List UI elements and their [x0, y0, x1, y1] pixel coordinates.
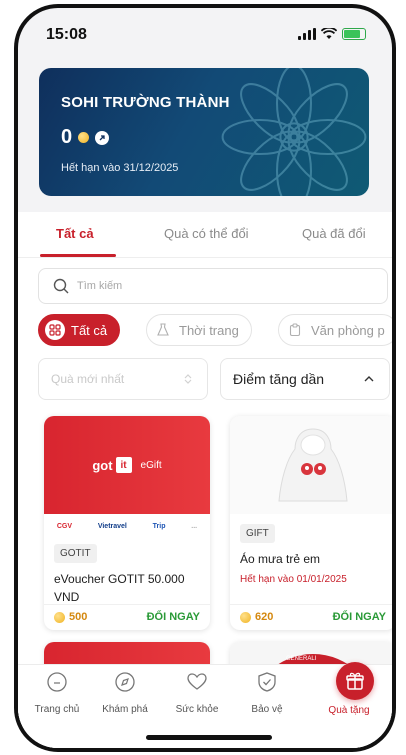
signal-icon — [298, 28, 316, 40]
chip-fashion-label: Thời trang — [179, 322, 239, 338]
gotit-banner: got it eGift — [44, 416, 210, 514]
product-price: 500 — [54, 611, 87, 623]
product-badge: GOTIT — [54, 544, 97, 563]
member-expire: Hết hạn vào 31/12/2025 — [61, 162, 179, 174]
egift-label: eGift — [140, 459, 162, 471]
member-tier: SOHI TRƯỜNG THÀNH — [61, 94, 230, 111]
product-badge: GIFT — [240, 524, 275, 543]
heart-icon — [187, 673, 207, 690]
product-card[interactable]: got it eGift CGV Vietravel Trip ... GOTI… — [44, 416, 210, 630]
partner-more: ... — [191, 522, 198, 530]
product-price-value: 620 — [255, 611, 274, 623]
search-input[interactable] — [77, 280, 357, 292]
coin-icon — [240, 611, 251, 623]
tab-redeemable[interactable]: Quà có thể đổi — [164, 226, 249, 241]
chip-office[interactable]: Văn phòng p — [278, 314, 392, 346]
product-expire: Hết hạn vào 01/01/2025 — [240, 574, 347, 585]
nav-protect-label: Bảo vệ — [251, 704, 283, 715]
product-price-value: 500 — [69, 611, 88, 623]
product-price: 620 — [240, 611, 273, 623]
sort-points-label: Điểm tăng dần — [233, 371, 325, 387]
sort-newest-label: Quà mới nhất — [51, 372, 125, 386]
battery-icon — [342, 28, 366, 40]
product-footer: 500 ĐỔI NGAY — [44, 604, 210, 630]
redeem-button[interactable]: ĐỔI NGAY — [333, 611, 386, 623]
coin-icon — [54, 611, 65, 623]
nav-health[interactable]: Sức khỏe — [162, 671, 232, 715]
search-icon — [53, 278, 69, 294]
product-name: eVoucher GOTIT 50.000 VND — [54, 572, 185, 604]
partner-cgv: CGV — [56, 522, 73, 530]
screen: 15:08 SOHI TRƯỜNG THÀNH 0 Hết hạn vào 31… — [18, 8, 392, 748]
nav-explore-label: Khám phá — [102, 704, 148, 715]
gotit-brand: got — [92, 457, 113, 473]
raincoat-icon — [278, 428, 348, 502]
chip-all-label: Tất cả — [71, 322, 108, 338]
chip-all[interactable]: Tất cả — [38, 314, 121, 346]
shield-check-icon — [258, 672, 276, 692]
membership-card[interactable]: SOHI TRƯỜNG THÀNH 0 Hết hạn vào 31/12/20… — [39, 68, 369, 196]
nav-home-label: Trang chủ — [34, 704, 80, 715]
chip-office-label: Văn phòng p — [311, 322, 385, 338]
dress-icon — [153, 320, 173, 340]
gift-tabs: Tất cả Quà có thể đổi Quà đã đổi — [18, 212, 392, 258]
gift-icon — [346, 672, 364, 690]
product-name: Áo mưa trẻ em — [240, 552, 321, 566]
redeem-button[interactable]: ĐỔI NGAY — [147, 611, 200, 623]
points-row: 0 — [61, 126, 110, 149]
gift-fab-button[interactable] — [336, 662, 374, 700]
lotus-pattern-icon — [221, 68, 367, 196]
nav-home[interactable]: Trang chủ — [22, 671, 92, 715]
status-icons — [298, 28, 366, 40]
sort-points[interactable]: Điểm tăng dần — [220, 358, 390, 400]
chevron-up-icon — [364, 376, 374, 382]
nav-health-label: Sức khỏe — [175, 704, 219, 715]
sort-arrows-icon — [184, 374, 192, 384]
coin-icon — [78, 132, 90, 143]
partner-vietravel: Vietravel — [97, 522, 127, 530]
phone-frame: 15:08 SOHI TRƯỜNG THÀNH 0 Hết hạn vào 31… — [14, 4, 396, 752]
sort-newest[interactable]: Quà mới nhất — [38, 358, 208, 400]
clipboard-icon — [285, 320, 305, 340]
chip-fashion[interactable]: Thời trang — [146, 314, 252, 346]
product-footer: 620 ĐỔI NGAY — [230, 604, 392, 630]
nav-explore[interactable]: Khám phá — [90, 671, 160, 715]
points-value: 0 — [61, 126, 73, 148]
compass-icon — [115, 672, 135, 692]
nav-gifts-label: Quà tặng — [328, 705, 370, 716]
tab-redeemed[interactable]: Quà đã đổi — [302, 226, 366, 241]
gift-box-icon: it — [115, 457, 132, 473]
sticker-brand: GENERALI — [286, 656, 317, 662]
category-chips: Tất cả Thời trang Văn phòng p — [38, 314, 392, 346]
search-box[interactable] — [38, 268, 388, 304]
grid-icon — [45, 320, 65, 340]
home-indicator — [146, 735, 272, 740]
status-bar: 15:08 — [18, 8, 392, 60]
tab-underline — [40, 254, 116, 257]
raincoat-image — [230, 416, 392, 514]
wifi-icon — [321, 28, 337, 39]
sort-bar: Quà mới nhất Điểm tăng dần — [38, 358, 392, 400]
home-icon — [47, 672, 67, 692]
product-card[interactable]: GIFT Áo mưa trẻ em Hết hạn vào 01/01/202… — [230, 416, 392, 630]
gotit-logo: got it eGift — [92, 457, 162, 473]
tab-all[interactable]: Tất cả — [56, 226, 94, 241]
status-time: 15:08 — [46, 26, 87, 43]
arrow-go-icon[interactable] — [95, 130, 110, 145]
nav-protect[interactable]: Bảo vệ — [232, 671, 302, 715]
partner-trip: Trip — [152, 522, 166, 530]
nav-gifts[interactable]: Quà tặng — [314, 705, 384, 716]
partner-logos: CGV Vietravel Trip ... — [44, 514, 210, 538]
